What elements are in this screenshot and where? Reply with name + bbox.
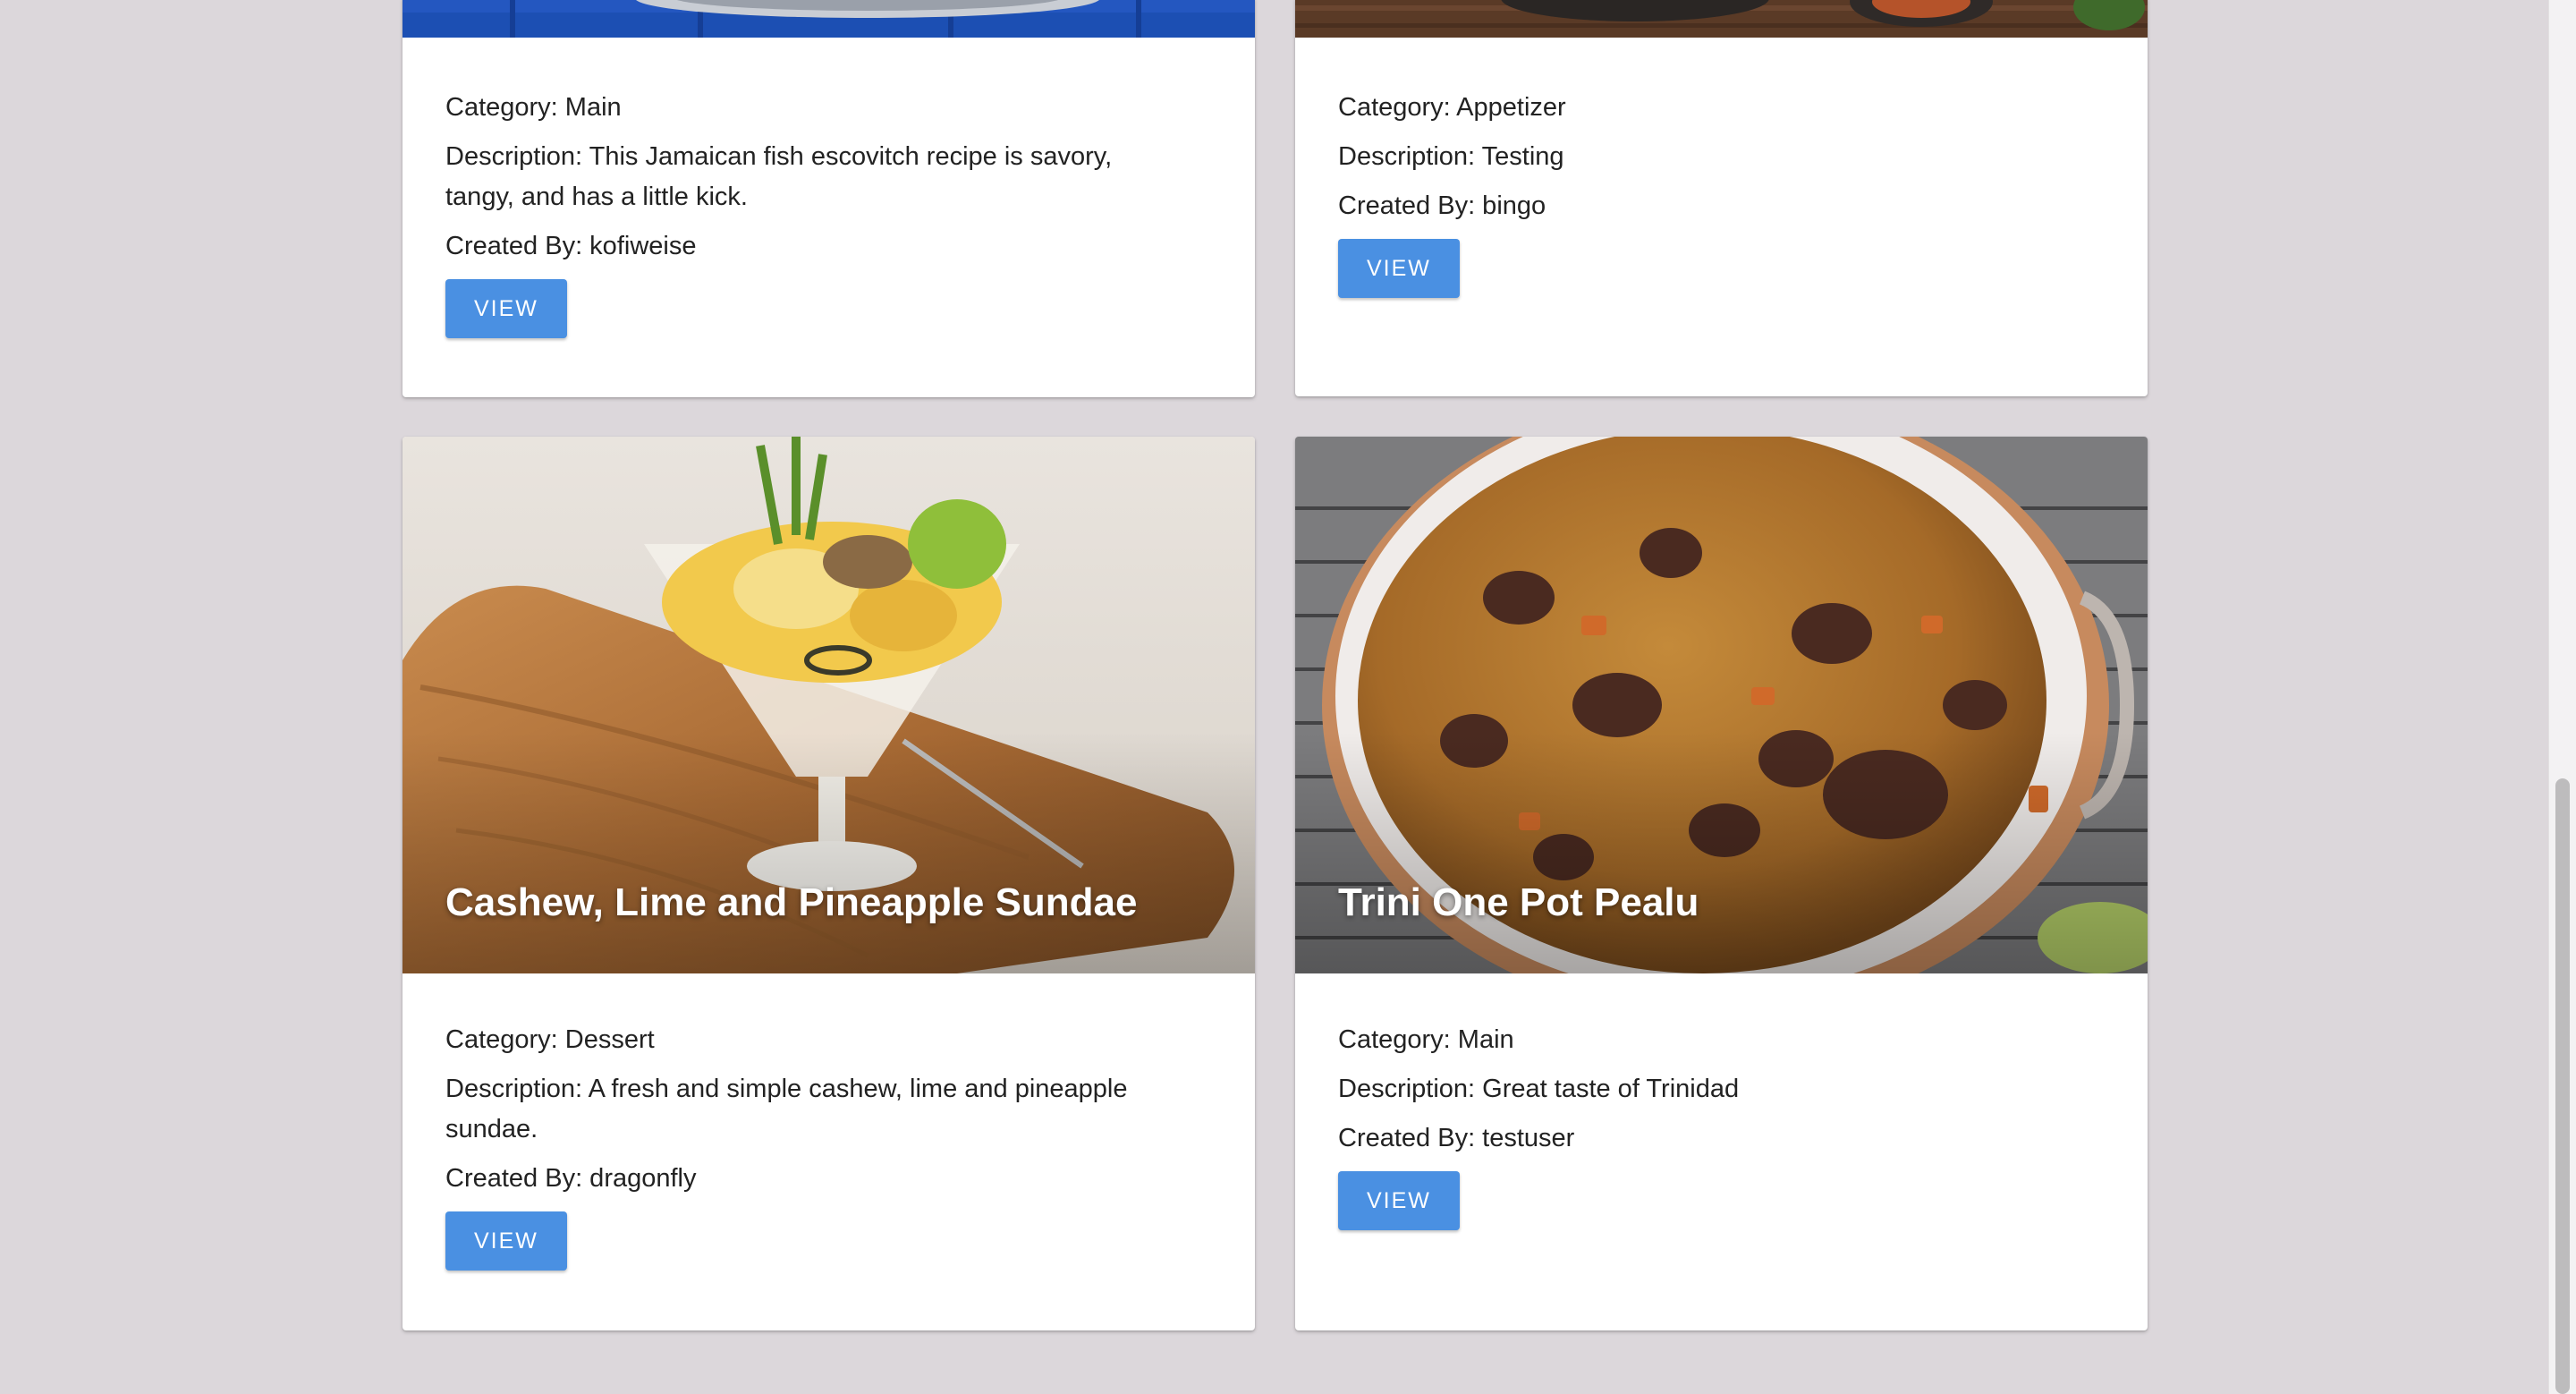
recipe-image: Trini One Pot Pealu <box>1295 437 2148 973</box>
appetizer-photo <box>1295 0 2148 38</box>
card-content: Category: Main Description: Great taste … <box>1295 973 2148 1230</box>
recipe-description: Description: Testing <box>1338 142 1564 171</box>
recipe-created-by: Created By: kofiweise <box>445 232 697 260</box>
recipe-category: Category: Main <box>1338 1025 1514 1054</box>
recipe-created-by: Created By: dragonfly <box>445 1164 697 1193</box>
escovitch-photo <box>402 0 1255 38</box>
recipe-image <box>1295 0 2148 38</box>
recipe-card: Cashew, Lime and Pineapple Sundae Catego… <box>402 437 1255 1330</box>
recipe-card: Category: Main Description: This Jamaica… <box>402 0 1255 397</box>
recipe-created-by: Created By: testuser <box>1338 1124 1575 1152</box>
recipe-image <box>402 0 1255 38</box>
view-button[interactable]: VIEW <box>445 279 567 338</box>
view-button[interactable]: VIEW <box>1338 239 1460 298</box>
recipe-card: Trini One Pot Pealu Category: Main Descr… <box>1295 437 2148 1330</box>
recipe-image: Cashew, Lime and Pineapple Sundae <box>402 437 1255 973</box>
card-content: Category: Dessert Description: A fresh a… <box>402 973 1255 1271</box>
recipe-title: Cashew, Lime and Pineapple Sundae <box>445 880 1138 924</box>
recipe-description: Description: A fresh and simple cashew, … <box>445 1075 1128 1143</box>
view-button[interactable]: VIEW <box>445 1211 567 1271</box>
recipe-title: Trini One Pot Pealu <box>1338 880 1699 924</box>
recipe-card: Category: Appetizer Description: Testing… <box>1295 0 2148 396</box>
recipe-category: Category: Dessert <box>445 1025 655 1054</box>
recipe-created-by: Created By: bingo <box>1338 191 1546 220</box>
recipe-description: Description: This Jamaican fish escovitc… <box>445 142 1113 211</box>
recipe-category: Category: Main <box>445 93 622 122</box>
page: Category: Main Description: This Jamaica… <box>0 0 2576 1394</box>
scrollbar-thumb[interactable] <box>2555 778 2570 1394</box>
view-button[interactable]: VIEW <box>1338 1171 1460 1230</box>
card-content: Category: Appetizer Description: Testing… <box>1295 38 2148 298</box>
recipe-description: Description: Great taste of Trinidad <box>1338 1075 1740 1103</box>
card-content: Category: Main Description: This Jamaica… <box>402 38 1255 338</box>
recipe-category: Category: Appetizer <box>1338 93 1566 122</box>
vertical-scrollbar[interactable] <box>2548 0 2576 1394</box>
